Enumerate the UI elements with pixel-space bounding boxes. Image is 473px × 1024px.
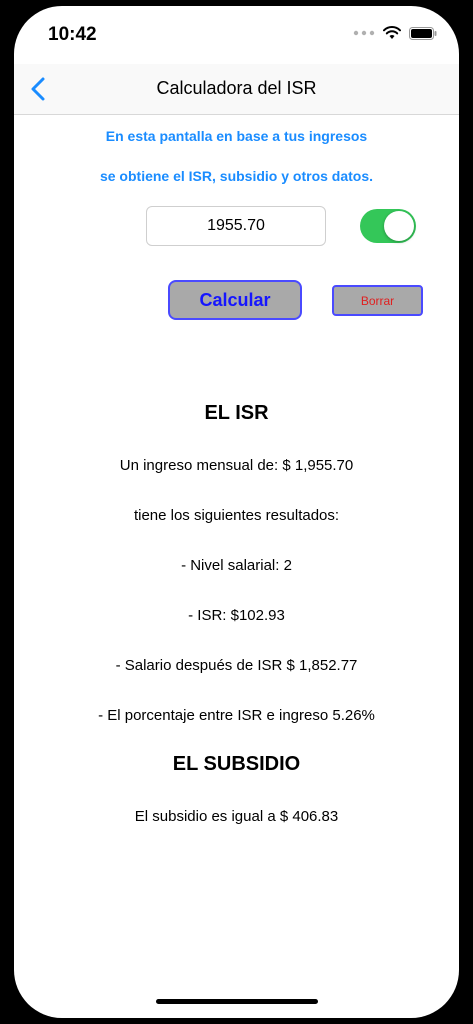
subsidy-heading: EL SUBSIDIO <box>172 753 301 775</box>
wifi-icon <box>383 26 401 39</box>
income-input[interactable] <box>146 206 326 246</box>
page-title: Calculadora del ISR <box>156 78 317 98</box>
salary-line: - Salario después de ISR $ 1,852.77 <box>115 657 358 674</box>
screen: 10:42 Calculadora del ISR En esta pantal… <box>14 6 459 1018</box>
battery-icon <box>409 26 437 40</box>
status-icons <box>353 26 437 40</box>
intro-line-1: En esta pantalla en base a tus ingresos <box>105 128 368 144</box>
status-bar: 10:42 <box>14 6 459 66</box>
dots-icon <box>353 30 375 36</box>
clear-button[interactable]: Borrar <box>332 285 423 316</box>
isr-line: - ISR: $102.93 <box>188 607 285 624</box>
toggle-switch[interactable] <box>360 209 416 243</box>
navigation-bar: Calculadora del ISR <box>14 64 459 115</box>
intro-text: En esta pantalla en base a tus ingresos … <box>14 116 459 196</box>
status-time: 10:42 <box>48 24 97 45</box>
intro-line-2: se obtiene el ISR, subsidio y otros dato… <box>99 168 374 184</box>
results-intro-line: tiene los siguientes resultados: <box>133 507 340 524</box>
isr-heading: EL ISR <box>204 402 269 424</box>
calculate-button[interactable]: Calcular <box>168 280 302 320</box>
subsidy-line: El subsidio es igual a $ 406.83 <box>134 808 339 825</box>
income-line: Un ingreso mensual de: $ 1,955.70 <box>119 457 354 474</box>
toggle-knob <box>384 211 414 241</box>
percent-line: - El porcentaje entre ISR e ingreso 5.26… <box>98 707 375 724</box>
device-frame: 10:42 Calculadora del ISR En esta pantal… <box>0 0 473 1024</box>
home-indicator[interactable] <box>156 999 318 1004</box>
level-line: - Nivel salarial: 2 <box>181 557 292 574</box>
